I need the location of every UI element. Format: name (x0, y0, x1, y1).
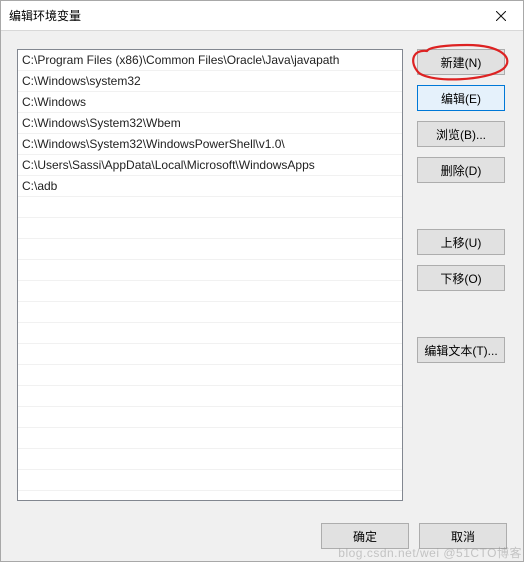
list-item-empty[interactable] (18, 407, 402, 428)
list-item[interactable]: C:\Windows\system32 (18, 71, 402, 92)
delete-button[interactable]: 删除(D) (417, 157, 505, 183)
close-icon (496, 11, 506, 21)
list-item-empty[interactable] (18, 302, 402, 323)
list-item[interactable]: C:\Windows\System32\WindowsPowerShell\v1… (18, 134, 402, 155)
list-item-empty[interactable] (18, 449, 402, 470)
environment-variable-dialog: 编辑环境变量 C:\Program Files (x86)\Common Fil… (0, 0, 524, 562)
list-item-empty[interactable] (18, 470, 402, 491)
list-item-empty[interactable] (18, 197, 402, 218)
move-up-button[interactable]: 上移(U) (417, 229, 505, 255)
list-item-empty[interactable] (18, 323, 402, 344)
list-item[interactable]: C:\Windows (18, 92, 402, 113)
titlebar: 编辑环境变量 (1, 1, 523, 31)
list-item[interactable]: C:\adb (18, 176, 402, 197)
list-item-empty[interactable] (18, 365, 402, 386)
side-button-column: 新建(N) 编辑(E) 浏览(B)... 删除(D) 上移(U) 下移(O) 编… (417, 49, 507, 501)
cancel-button[interactable]: 取消 (419, 523, 507, 549)
list-item-empty[interactable] (18, 281, 402, 302)
list-item-empty[interactable] (18, 386, 402, 407)
path-listbox[interactable]: C:\Program Files (x86)\Common Files\Orac… (17, 49, 403, 501)
list-item[interactable]: C:\Program Files (x86)\Common Files\Orac… (18, 50, 402, 71)
list-item-empty[interactable] (18, 239, 402, 260)
close-button[interactable] (479, 1, 523, 30)
list-item-empty[interactable] (18, 344, 402, 365)
dialog-footer: 确定 取消 (1, 511, 523, 561)
edit-text-button[interactable]: 编辑文本(T)... (417, 337, 505, 363)
list-item[interactable]: C:\Windows\System32\Wbem (18, 113, 402, 134)
dialog-content: C:\Program Files (x86)\Common Files\Orac… (1, 31, 523, 511)
list-item[interactable]: C:\Users\Sassi\AppData\Local\Microsoft\W… (18, 155, 402, 176)
move-down-button[interactable]: 下移(O) (417, 265, 505, 291)
edit-button[interactable]: 编辑(E) (417, 85, 505, 111)
window-title: 编辑环境变量 (9, 7, 81, 24)
list-item-empty[interactable] (18, 218, 402, 239)
new-button[interactable]: 新建(N) (417, 49, 505, 75)
list-item-empty[interactable] (18, 260, 402, 281)
list-item-empty[interactable] (18, 428, 402, 449)
ok-button[interactable]: 确定 (321, 523, 409, 549)
browse-button[interactable]: 浏览(B)... (417, 121, 505, 147)
